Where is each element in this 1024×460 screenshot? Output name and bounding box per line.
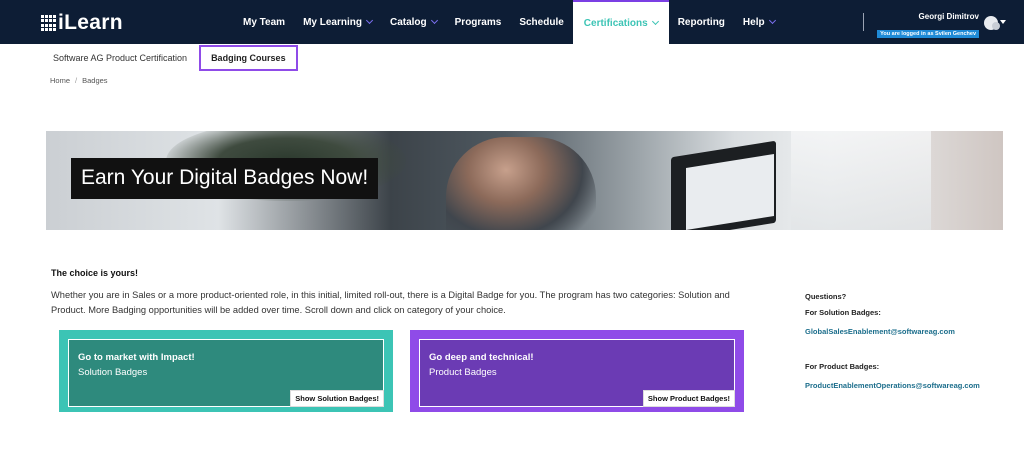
nav-label: My Learning: [303, 16, 362, 28]
tab-badging-courses[interactable]: Badging Courses: [199, 45, 298, 71]
chevron-down-icon: [365, 16, 374, 25]
hero-title: Earn Your Digital Badges Now!: [71, 158, 379, 199]
intro-text: Whether you are in Sales or a more produ…: [51, 290, 730, 315]
logo-text: iLearn: [58, 11, 123, 34]
contact-sidebar: Questions? For Solution Badges: GlobalSa…: [805, 292, 985, 392]
nav-label: My Team: [243, 16, 286, 28]
hero-photo-window: [791, 131, 931, 230]
nav-label: Reporting: [677, 16, 725, 28]
nav-divider: [863, 13, 864, 31]
breadcrumb-home[interactable]: Home: [50, 76, 70, 85]
impersonation-badge: You are logged in as Svilen Genchev: [877, 30, 979, 38]
card-inner: Go deep and technical! Product Badges Sh…: [419, 339, 735, 407]
tab-product-certification[interactable]: Software AG Product Certification: [43, 45, 197, 71]
nav-certifications[interactable]: Certifications: [572, 0, 669, 44]
product-badges-card[interactable]: Go deep and technical! Product Badges Sh…: [410, 330, 744, 412]
product-contact-email[interactable]: ProductEnablementOperations@softwareag.c…: [805, 380, 985, 392]
card-title: Go deep and technical!: [429, 352, 534, 363]
nav-label: Catalog: [389, 16, 427, 28]
nav-reporting[interactable]: Reporting: [669, 0, 734, 44]
ilearn-logo[interactable]: iLearn: [41, 11, 123, 35]
chevron-down-icon: [430, 16, 438, 25]
solution-badges-card[interactable]: Go to market with Impact! Solution Badge…: [59, 330, 393, 412]
user-name: Georgi Dimitrov: [918, 12, 979, 21]
user-info[interactable]: Georgi Dimitrov You are logged in as Svi…: [877, 11, 979, 40]
nav-label: Help: [742, 16, 765, 28]
breadcrumb: Home / Badges: [50, 76, 108, 85]
nav-my-team[interactable]: My Team: [234, 0, 294, 44]
top-navigation-bar: iLearn My Team My Learning Catalog Progr…: [0, 0, 1024, 44]
nav-catalog[interactable]: Catalog: [381, 0, 446, 44]
sub-tabs: Software AG Product Certification Badgin…: [43, 44, 298, 72]
questions-heading: Questions?: [805, 292, 847, 301]
chevron-down-icon: [651, 17, 659, 26]
solution-contact-label: For Solution Badges:: [805, 308, 881, 317]
solution-contact-email[interactable]: GlobalSalesEnablement@softwareag.com: [805, 326, 985, 338]
card-inner: Go to market with Impact! Solution Badge…: [68, 339, 384, 407]
nav-help[interactable]: Help: [734, 0, 784, 44]
nav-schedule[interactable]: Schedule: [510, 0, 572, 44]
nav-my-learning[interactable]: My Learning: [294, 0, 381, 44]
card-title: Go to market with Impact!: [78, 352, 195, 363]
nav-label: Certifications: [583, 17, 648, 29]
show-solution-badges-button[interactable]: Show Solution Badges!: [290, 390, 384, 407]
nav-label: Programs: [454, 16, 502, 28]
nav-label: Schedule: [519, 16, 564, 28]
main-nav: My Team My Learning Catalog Programs Sch…: [234, 0, 784, 44]
breadcrumb-current: Badges: [82, 76, 108, 85]
intro-heading: The choice is yours!: [51, 268, 139, 278]
card-subtitle: Product Badges: [429, 367, 497, 378]
product-contact-label: For Product Badges:: [805, 362, 880, 371]
logo-grid-icon: [41, 15, 56, 31]
nav-programs[interactable]: Programs: [446, 0, 511, 44]
caret-down-icon[interactable]: [1000, 20, 1006, 24]
avatar-secondary: [992, 22, 1000, 30]
card-subtitle: Solution Badges: [78, 367, 148, 378]
chevron-down-icon: [768, 16, 776, 25]
show-product-badges-button[interactable]: Show Product Badges!: [642, 390, 735, 407]
hero-photo-person: [446, 137, 596, 230]
breadcrumb-separator: /: [75, 76, 78, 85]
hero-banner: Earn Your Digital Badges Now!: [46, 131, 1003, 230]
